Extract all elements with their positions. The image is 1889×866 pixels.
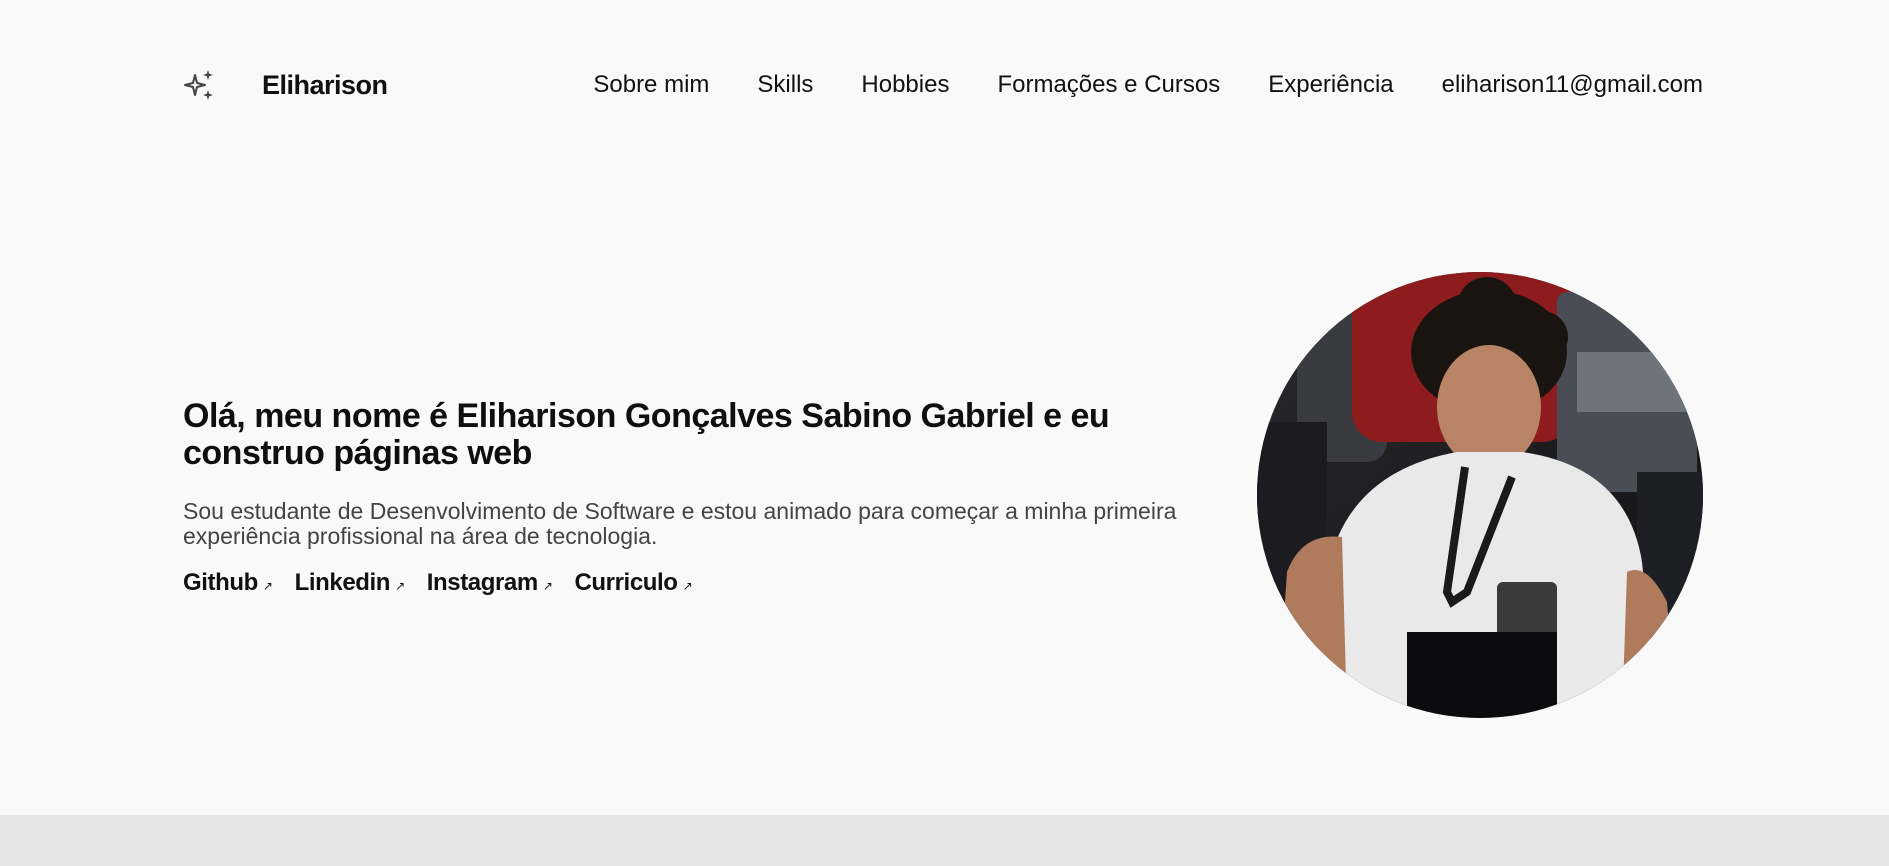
- external-arrow-icon: ↗: [262, 579, 273, 593]
- linkedin-link[interactable]: Linkedin ↗: [294, 569, 406, 597]
- profile-photo-illustration: [1257, 272, 1703, 718]
- nav-link-hobbies[interactable]: Hobbies: [861, 71, 949, 99]
- site-header: Eliharison Sobre mim Skills Hobbies Form…: [183, 60, 1703, 110]
- curriculo-link-label: Curriculo: [574, 569, 678, 596]
- github-link[interactable]: Github ↗: [183, 569, 273, 597]
- hero-title: Olá, meu nome é Eliharison Gonçalves Sab…: [183, 397, 1110, 472]
- hero-subtitle: Sou estudante de Desenvolvimento de Soft…: [183, 498, 1177, 549]
- social-links: Github ↗ Linkedin ↗ Instagram ↗ Curricul…: [183, 569, 1193, 597]
- nav-link-experiencia[interactable]: Experiência: [1268, 71, 1393, 99]
- instagram-link[interactable]: Instagram ↗: [427, 569, 553, 597]
- brand-name[interactable]: Eliharison: [262, 70, 388, 101]
- footer-band: [0, 815, 1889, 866]
- external-arrow-icon: ↗: [682, 579, 693, 593]
- nav-link-email[interactable]: eliharison11@gmail.com: [1442, 71, 1703, 99]
- sparkles-icon[interactable]: [183, 68, 217, 102]
- nav-link-sobre-mim[interactable]: Sobre mim: [593, 71, 709, 99]
- nav-link-formacoes[interactable]: Formações e Cursos: [997, 71, 1220, 99]
- hero-section: Olá, meu nome é Eliharison Gonçalves Sab…: [183, 398, 1193, 597]
- main-nav: Sobre mim Skills Hobbies Formações e Cur…: [593, 60, 1703, 110]
- nav-link-skills[interactable]: Skills: [757, 71, 813, 99]
- external-arrow-icon: ↗: [395, 579, 405, 593]
- curriculo-link[interactable]: Curriculo ↗: [574, 569, 692, 597]
- external-arrow-icon: ↗: [542, 579, 553, 593]
- instagram-link-label: Instagram: [426, 569, 539, 596]
- linkedin-link-label: Linkedin: [294, 569, 391, 596]
- github-link-label: Github: [183, 569, 258, 596]
- profile-photo: [1257, 272, 1703, 718]
